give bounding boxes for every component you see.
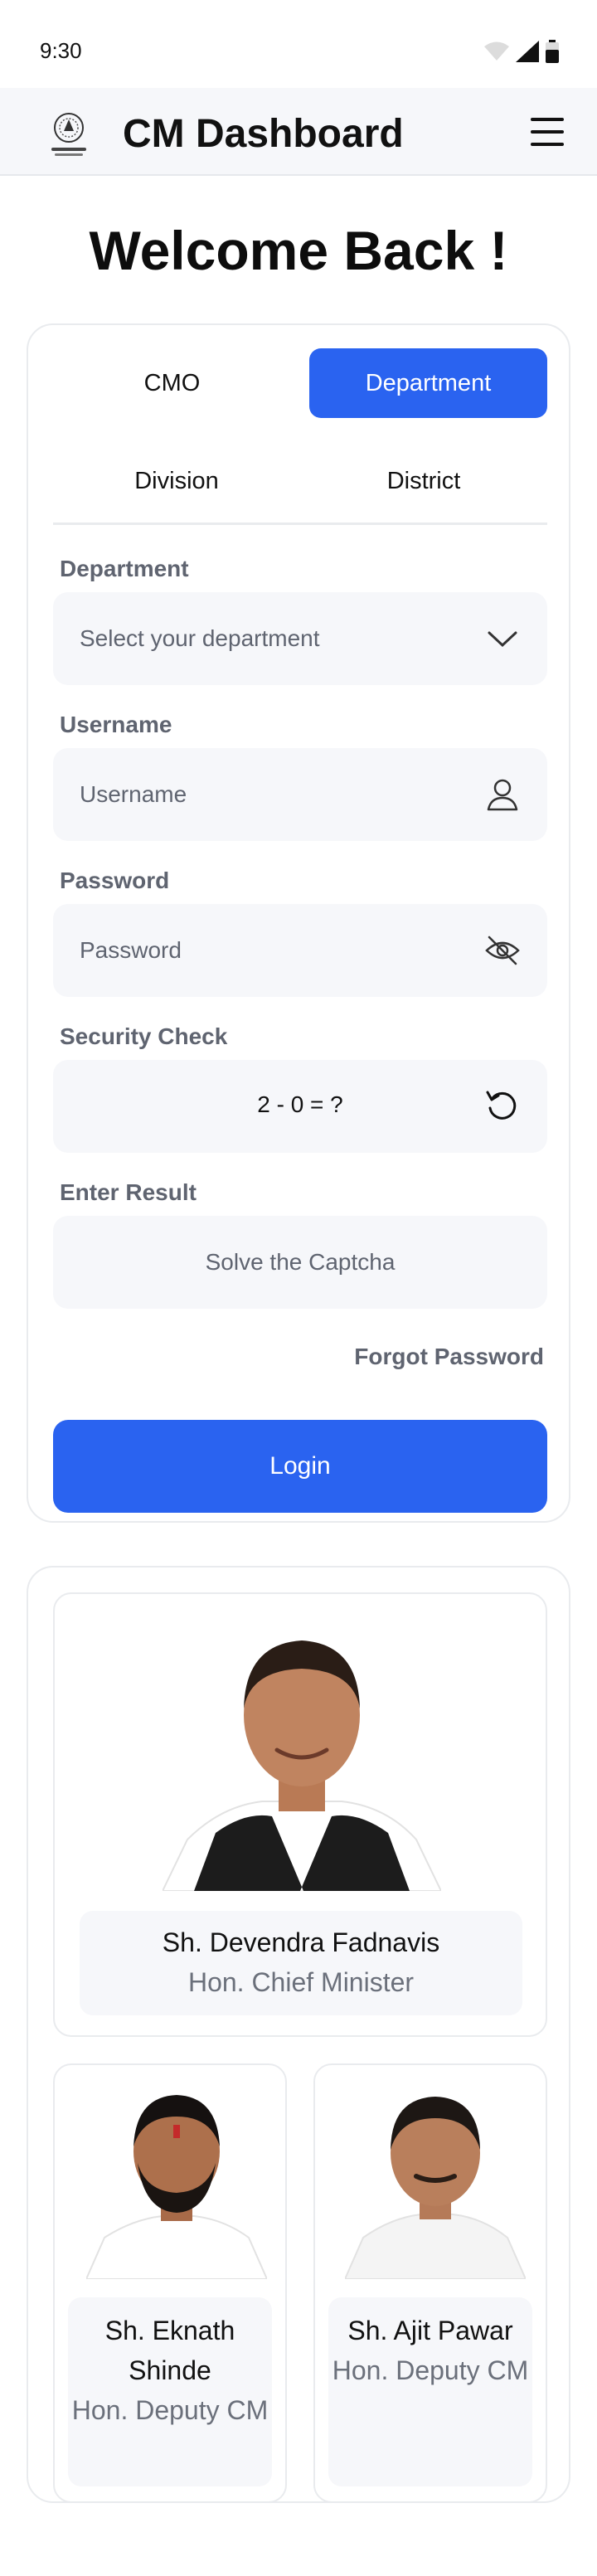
chief-minister-namebox: Sh. Devendra Fadnavis Hon. Chief Ministe… bbox=[80, 1911, 522, 2015]
enter-result-label: Enter Result bbox=[60, 1179, 197, 1205]
main-content: Welcome Back ! CMO Department Division D… bbox=[0, 176, 597, 2576]
password-label: Password bbox=[60, 868, 170, 893]
forgot-password-link[interactable]: Forgot Password bbox=[354, 1344, 544, 1370]
tab-department[interactable]: Department bbox=[309, 348, 547, 418]
refresh-icon[interactable] bbox=[484, 1088, 521, 1125]
leader-role: Hon. Deputy CM bbox=[71, 2395, 269, 2425]
password-placeholder: Password bbox=[80, 937, 182, 963]
deputy-cm-1-namebox: Sh. Eknath Shinde Hon. Deputy CM bbox=[68, 2297, 272, 2486]
leader-role: Hon. Chief Minister bbox=[187, 1967, 415, 1997]
leader-card-chief-minister: Sh. Devendra Fadnavis Hon. Chief Ministe… bbox=[53, 1592, 547, 2037]
app-title: CM Dashboard bbox=[123, 112, 404, 156]
top-app-bar: CM Dashboard bbox=[0, 88, 597, 176]
captcha-question: 2 - 0 = ? bbox=[257, 1091, 343, 1117]
signal-icon bbox=[516, 41, 539, 62]
status-icons bbox=[484, 40, 559, 63]
leaders-card: Sh. Devendra Fadnavis Hon. Chief Ministe… bbox=[27, 1566, 570, 2503]
deputy-cm-1-photo bbox=[86, 2095, 267, 2279]
tab-district[interactable]: District bbox=[300, 446, 547, 516]
captcha-display: 2 - 0 = ? bbox=[53, 1060, 547, 1153]
department-placeholder: Select your department bbox=[80, 625, 320, 651]
maharashtra-emblem-logo bbox=[51, 113, 86, 156]
hamburger-menu-icon[interactable] bbox=[531, 118, 564, 146]
username-input[interactable]: Username bbox=[53, 748, 547, 841]
chevron-down-icon bbox=[488, 631, 517, 648]
username-label: Username bbox=[60, 712, 172, 737]
tabs-divider bbox=[53, 522, 547, 525]
welcome-heading: Welcome Back ! bbox=[89, 220, 508, 281]
battery-icon bbox=[546, 40, 559, 63]
leader-name: Sh. Ajit Pawar bbox=[347, 2316, 513, 2345]
tab-cmo[interactable]: CMO bbox=[53, 348, 291, 418]
status-time: 9:30 bbox=[40, 38, 82, 63]
deputy-cm-2-namebox: Sh. Ajit Pawar Hon. Deputy CM bbox=[328, 2297, 532, 2486]
login-type-tabs-secondary: Division District bbox=[53, 446, 547, 516]
eye-off-icon[interactable] bbox=[484, 932, 521, 969]
leader-name: Sh. Eknath Shinde bbox=[104, 2316, 235, 2385]
security-check-label: Security Check bbox=[60, 1023, 228, 1049]
login-type-tabs: CMO Department bbox=[53, 348, 547, 418]
password-input[interactable]: Password bbox=[53, 904, 547, 997]
status-bar: 9:30 bbox=[0, 0, 597, 88]
department-label: Department bbox=[60, 556, 189, 581]
wifi-icon bbox=[484, 41, 509, 61]
user-icon bbox=[487, 779, 518, 811]
deputy-cm-2-photo bbox=[345, 2097, 526, 2279]
leader-role: Hon. Deputy CM bbox=[332, 2355, 529, 2385]
username-placeholder: Username bbox=[80, 781, 187, 807]
department-select[interactable]: Select your department bbox=[53, 592, 547, 685]
chief-minister-photo bbox=[163, 1640, 441, 1891]
login-card: CMO Department Division District Departm… bbox=[27, 323, 570, 1523]
login-button[interactable]: Login bbox=[53, 1420, 547, 1513]
leader-name: Sh. Devendra Fadnavis bbox=[162, 1927, 440, 1957]
captcha-result-placeholder: Solve the Captcha bbox=[205, 1249, 396, 1275]
captcha-result-input[interactable]: Solve the Captcha bbox=[53, 1216, 547, 1309]
leader-card-deputy-cm-2: Sh. Ajit Pawar Hon. Deputy CM bbox=[313, 2063, 547, 2503]
leader-card-deputy-cm-1: Sh. Eknath Shinde Hon. Deputy CM bbox=[53, 2063, 287, 2503]
tab-division[interactable]: Division bbox=[53, 446, 300, 516]
